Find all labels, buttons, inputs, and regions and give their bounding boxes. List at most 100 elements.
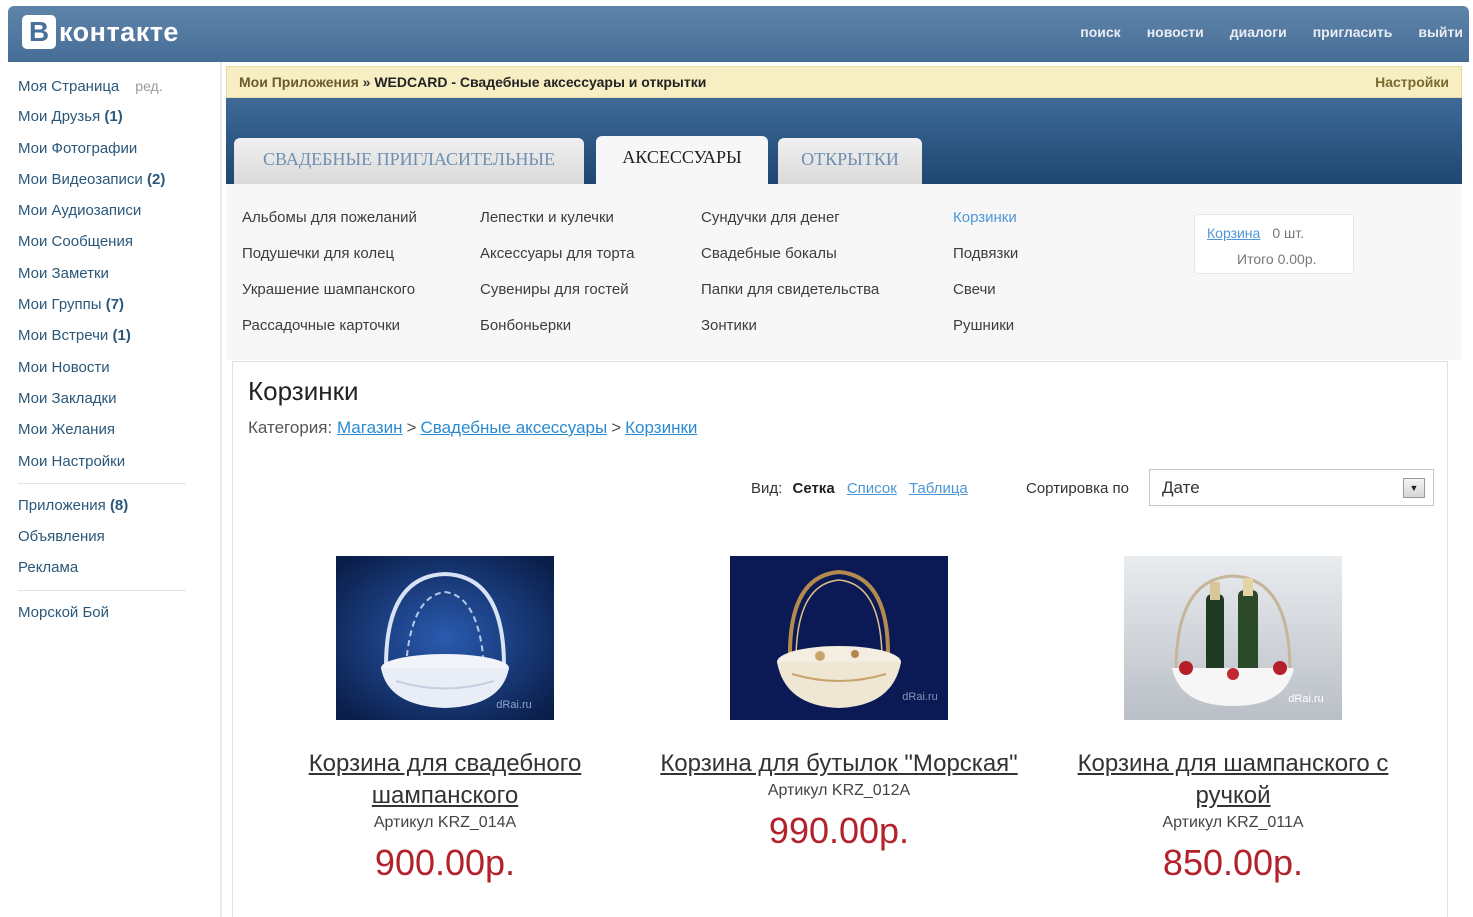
sidebar-item-videos[interactable]: Мои Видеозаписи (2) <box>18 166 188 197</box>
category-column: Лепестки и кулечки Аксессуары для торта … <box>480 204 634 348</box>
nav-news-link[interactable]: новости <box>1147 24 1204 40</box>
sidebar-item-photos[interactable]: Мои Фотографии <box>18 135 188 166</box>
category-link[interactable]: Свадебные бокалы <box>701 240 879 276</box>
sidebar-item-audio[interactable]: Мои Аудиозаписи <box>18 197 188 228</box>
dropdown-arrow-icon[interactable]: ▼ <box>1403 478 1425 498</box>
view-list-link[interactable]: Список <box>847 480 897 497</box>
groups-count: (7) <box>105 296 125 314</box>
sidebar-item-friends[interactable]: Мои Друзья (1) <box>18 103 188 134</box>
view-table-link[interactable]: Таблица <box>909 480 968 497</box>
sidebar-item-groups[interactable]: Мои Группы (7) <box>18 291 188 322</box>
category-link[interactable]: Свечи <box>953 276 1018 312</box>
category-link[interactable]: Бонбоньерки <box>480 312 634 348</box>
category-link[interactable]: Аксессуары для торта <box>480 240 634 276</box>
product-name-link[interactable]: Корзина для шампанского с ручкой <box>1043 748 1423 812</box>
sort-value: Дате <box>1162 478 1200 497</box>
sort-label: Сортировка по <box>1026 480 1129 497</box>
events-count: (1) <box>112 327 131 345</box>
svg-text:dRai.ru: dRai.ru <box>1288 693 1323 705</box>
product-card: dRai.ru Корзина для бутылок "Морская" Ар… <box>649 556 1029 852</box>
nav-invite-link[interactable]: пригласить <box>1313 24 1393 40</box>
sort-select[interactable]: Дате ▼ <box>1149 469 1434 506</box>
product-name-link[interactable]: Корзина для бутылок "Морская" <box>649 748 1029 780</box>
app-header: СВАДЕБНЫЕ ПРИГЛАСИТЕЛЬНЫЕ АКСЕССУАРЫ ОТК… <box>226 98 1462 184</box>
product-name-link[interactable]: Корзина для свадебного шампанского <box>255 748 635 812</box>
category-link[interactable]: Рушники <box>953 312 1018 348</box>
breadcrumb-current-app: WEDCARD - Свадебные аксессуары и открытк… <box>374 74 707 90</box>
product-price: 850.00р. <box>1162 842 1304 883</box>
view-switcher: Вид: Сетка Список Таблица <box>751 480 968 497</box>
cart-total: 0.00р. <box>1277 251 1317 267</box>
category-label: Категория: <box>248 418 333 437</box>
product-image[interactable]: dRai.ru <box>336 556 554 720</box>
cart-summary: Корзина 0 шт. Итого 0.00р. <box>1194 214 1354 274</box>
product-image[interactable]: dRai.ru <box>730 556 948 720</box>
breadcrumb-separator: » <box>362 74 371 90</box>
app-breadcrumb-bar: Мои Приложения » WEDCARD - Свадебные акс… <box>226 66 1462 98</box>
product-sku: Артикул KRZ_012A <box>767 782 911 799</box>
sidebar-item-news[interactable]: Мои Новости <box>18 354 188 385</box>
category-link[interactable]: Альбомы для пожеланий <box>242 204 417 240</box>
crumb-baskets-link[interactable]: Корзинки <box>625 418 697 437</box>
apps-count: (8) <box>109 496 129 514</box>
product-price: 900.00р. <box>374 842 516 883</box>
product-listing: Корзинки Категория: Магазин > Свадебные ак… <box>232 361 1448 917</box>
tab-postcards[interactable]: ОТКРЫТКИ <box>778 138 922 184</box>
cart-count: 0 шт. <box>1272 225 1304 241</box>
sidebar-item-notes[interactable]: Мои Заметки <box>18 260 188 291</box>
category-breadcrumb: Категория: Магазин > Свадебные аксессуары >… <box>248 418 698 437</box>
tab-invitations[interactable]: СВАДЕБНЫЕ ПРИГЛАСИТЕЛЬНЫЕ <box>234 138 584 184</box>
category-link[interactable]: Украшение шампанского <box>242 276 417 312</box>
crumb-shop-link[interactable]: Магазин <box>337 418 403 437</box>
nav-search-link[interactable]: поиск <box>1080 24 1120 40</box>
vk-logo[interactable]: B контакте <box>22 15 179 49</box>
category-column: Сундучки для денег Свадебные бокалы Папк… <box>701 204 879 348</box>
category-link[interactable]: Зонтики <box>701 312 879 348</box>
cart-link[interactable]: Корзина <box>1207 225 1260 241</box>
sidebar-group-apps: Приложения (8) Объявления Реклама <box>18 492 188 586</box>
top-header: B контакте поиск новости диалоги приглас… <box>8 6 1469 62</box>
category-link[interactable]: Папки для свидетельства <box>701 276 879 312</box>
tab-accessories[interactable]: АКСЕССУАРЫ <box>596 136 768 184</box>
app-settings-link[interactable]: Настройки <box>1375 74 1449 90</box>
left-sidebar: Моя Страница ред. Мои Друзья (1) Мои Фото… <box>18 72 188 630</box>
friends-count: (1) <box>104 108 123 126</box>
breadcrumb-my-apps[interactable]: Мои Приложения <box>239 74 359 90</box>
sidebar-item-wishes[interactable]: Мои Желания <box>18 416 188 447</box>
crumb-wedding-accessories-link[interactable]: Свадебные аксессуары <box>420 418 607 437</box>
category-link[interactable]: Лепестки и кулечки <box>480 204 634 240</box>
product-image[interactable]: dRai.ru <box>1124 556 1342 720</box>
category-column: Альбомы для пожеланий Подушечки для коле… <box>242 204 417 348</box>
nav-dialogs-link[interactable]: диалоги <box>1230 24 1287 40</box>
sidebar-item-bookmarks[interactable]: Мои Закладки <box>18 385 188 416</box>
breadcrumb: Мои Приложения » WEDCARD - Свадебные акс… <box>239 74 706 90</box>
category-link[interactable]: Подвязки <box>953 240 1018 276</box>
basket-photo-blue: dRai.ru <box>336 556 554 720</box>
category-link[interactable]: Сундучки для денег <box>701 204 879 240</box>
sidebar-divider <box>18 482 186 484</box>
sidebar-item-events[interactable]: Мои Встречи (1) <box>18 322 188 353</box>
sidebar-item-advertising[interactable]: Реклама <box>18 554 188 585</box>
sidebar-item-applications[interactable]: Приложения (8) <box>18 492 188 523</box>
sidebar-item-sea-battle[interactable]: Морской Бой <box>18 599 188 630</box>
product-price: 990.00р. <box>768 810 910 851</box>
sidebar-item-messages[interactable]: Мои Сообщения <box>18 228 188 259</box>
category-link[interactable]: Подушечки для колец <box>242 240 417 276</box>
videos-count: (2) <box>146 170 166 188</box>
sidebar-item-ads[interactable]: Объявления <box>18 523 188 554</box>
category-link[interactable]: Рассадочные карточки <box>242 312 417 348</box>
edit-link[interactable]: ред. <box>135 78 162 94</box>
category-link[interactable]: Сувениры для гостей <box>480 276 634 312</box>
basket-photo-champagne: dRai.ru <box>1124 556 1342 720</box>
sidebar-item-settings[interactable]: Мои Настройки <box>18 448 188 479</box>
nav-logout-link[interactable]: выйти <box>1418 24 1463 40</box>
basket-photo-sea: dRai.ru <box>730 556 948 720</box>
category-link-baskets-selected[interactable]: Корзинки <box>953 204 1018 240</box>
svg-text:dRai.ru: dRai.ru <box>496 699 531 711</box>
logo-mark: B <box>22 15 56 49</box>
category-menu: Альбомы для пожеланий Подушечки для коле… <box>226 184 1462 360</box>
cart-total-label: Итого <box>1237 251 1274 267</box>
page-title: Корзинки <box>248 376 359 406</box>
sidebar-item-my-page[interactable]: Моя Страница ред. <box>18 72 188 103</box>
view-grid-active: Сетка <box>792 480 835 497</box>
